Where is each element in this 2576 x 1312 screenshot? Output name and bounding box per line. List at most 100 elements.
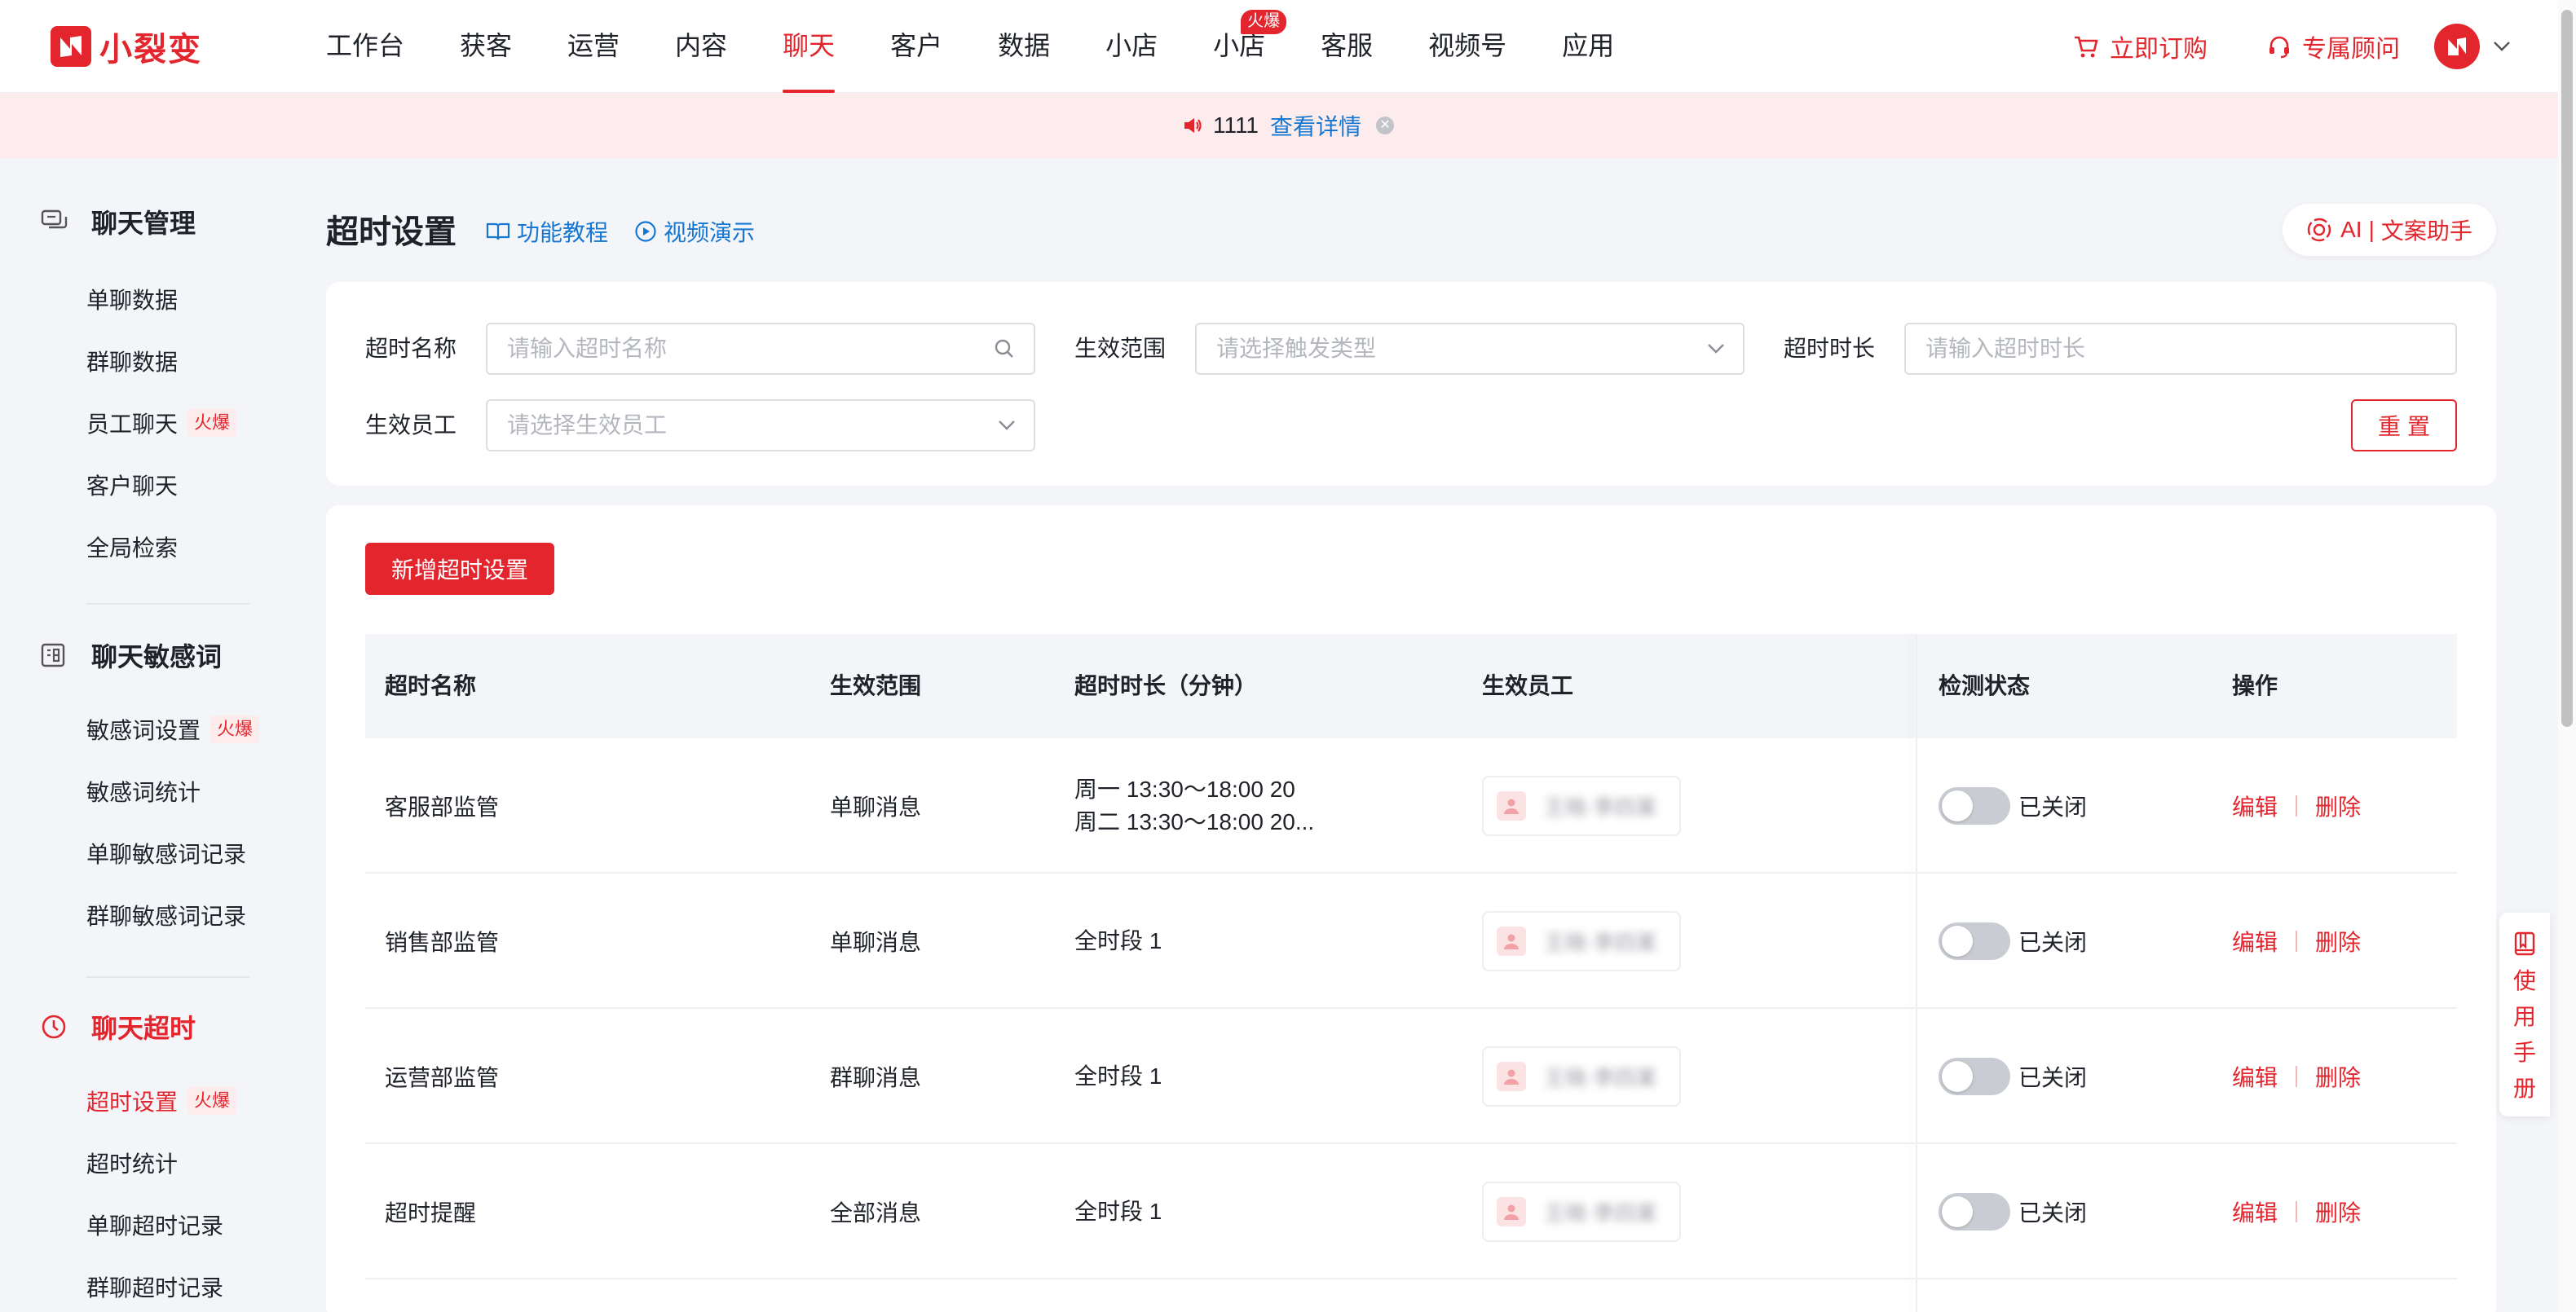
nav-item-customer[interactable]: 客户: [890, 0, 942, 93]
edit-button[interactable]: 编辑: [2232, 925, 2278, 958]
nav-item-acquire[interactable]: 获客: [460, 0, 512, 93]
cell-name: 运营部监管: [385, 1065, 500, 1090]
sidebar-group-chat-timeout[interactable]: 聊天超时: [41, 1004, 196, 1050]
column-header-staff: 生效员工: [1482, 673, 1574, 698]
status-toggle[interactable]: 已关闭: [1939, 1144, 2087, 1279]
staff-chip[interactable]: 王晓·李四某: [1482, 1046, 1681, 1107]
sidebar-item-single-chat-data[interactable]: 单聊数据: [86, 279, 178, 319]
close-icon[interactable]: ✕: [1376, 117, 1395, 134]
nav-item-channels[interactable]: 视频号: [1428, 0, 1506, 93]
delete-button[interactable]: 删除: [2315, 1195, 2361, 1228]
duration-input[interactable]: 请输入超时时长: [1904, 323, 2457, 375]
placeholder: 请选择触发类型: [1216, 336, 1377, 361]
add-timeout-button[interactable]: 新增超时设置: [365, 543, 554, 595]
hot-tag: 火爆: [210, 715, 260, 743]
ai-label: AI: [2340, 217, 2362, 242]
notice-detail-link[interactable]: 查看详情: [1270, 109, 1361, 142]
toggle-switch[interactable]: [1939, 1193, 2010, 1231]
sidebar-item-timeout-settings[interactable]: 超时设置 火爆: [86, 1081, 237, 1121]
status-toggle[interactable]: 已关闭: [1939, 738, 2087, 874]
ai-assistant-label: 文案助手: [2380, 218, 2472, 244]
subscribe-button[interactable]: 立即订购: [2072, 29, 2208, 64]
sidebar-item-label: 敏感词设置: [86, 718, 201, 743]
sidebar-item-label: 员工聊天: [86, 412, 179, 437]
status-label: 已关闭: [2018, 1200, 2088, 1226]
column-header-scope: 生效范围: [830, 673, 922, 698]
table-row: 客服部监管 单聊消息 周一 13:30～18:00 20 周二 13:30～18…: [365, 738, 2457, 874]
sidebar-item-group-sensitive-log[interactable]: 群聊敏感词记录: [86, 895, 246, 936]
user-menu[interactable]: [2434, 24, 2511, 69]
toggle-switch[interactable]: [1939, 922, 2010, 960]
sidebar-item-single-timeout-log[interactable]: 单聊超时记录: [86, 1204, 223, 1245]
nav-item-shop-hot[interactable]: 小店 火爆: [1213, 0, 1287, 93]
manual-label: 使 用 手 册: [2513, 963, 2536, 1107]
toggle-switch[interactable]: [1939, 1058, 2010, 1095]
filter-card: 超时名称 请输入超时名称 生效范围 请选择触发类型 超时时长 请输入超时时长 生…: [326, 282, 2496, 486]
table-row: 销售部监管 单聊消息 全时段 1 王晓·李四某 已关闭 编辑 删除: [365, 874, 2457, 1009]
reset-button[interactable]: 重置: [2351, 399, 2457, 451]
toggle-switch[interactable]: [1939, 787, 2010, 825]
hot-badge: 火爆: [1241, 10, 1287, 34]
sidebar-group-chat-manage[interactable]: 聊天管理: [41, 199, 196, 244]
nav-item-data[interactable]: 数据: [998, 0, 1050, 93]
staff-select[interactable]: 请选择生效员工: [486, 399, 1035, 451]
sidebar-group-label: 聊天管理: [91, 209, 196, 238]
delete-button[interactable]: 删除: [2315, 1060, 2361, 1093]
advisor-label: 专属顾问: [2302, 36, 2400, 63]
sidebar-item-label: 群聊数据: [86, 350, 179, 375]
edit-button[interactable]: 编辑: [2232, 1060, 2278, 1093]
column-header-duration: 超时时长（分钟）: [1074, 673, 1258, 698]
edit-button[interactable]: 编辑: [2232, 790, 2278, 822]
sidebar-item-group-chat-data[interactable]: 群聊数据: [86, 341, 178, 381]
nav-item-content[interactable]: 内容: [675, 0, 727, 93]
user-icon: [1497, 1062, 1526, 1091]
edit-button[interactable]: 编辑: [2232, 1195, 2278, 1228]
user-manual-button[interactable]: 使 用 手 册: [2499, 913, 2550, 1116]
sidebar-item-sensitive-stats[interactable]: 敏感词统计: [86, 771, 201, 812]
divider: [2296, 931, 2298, 952]
cell-scope: 群聊消息: [830, 1065, 922, 1090]
brand-name: 小裂变: [99, 32, 202, 68]
sidebar-item-label: 单聊超时记录: [86, 1213, 224, 1239]
manual-char: 使: [2512, 968, 2536, 993]
nav-item-shop[interactable]: 小店: [1105, 0, 1158, 93]
scope-label: 生效范围: [1074, 336, 1167, 361]
status-label: 已关闭: [2018, 795, 2088, 820]
timeout-name-input[interactable]: 请输入超时名称: [486, 323, 1035, 375]
staff-chip[interactable]: 王晓·李四某: [1482, 776, 1681, 836]
nav-item-workbench[interactable]: 工作台: [326, 0, 404, 93]
nav-item-service[interactable]: 客服: [1321, 0, 1373, 93]
staff-chip[interactable]: 王晓·李四某: [1482, 1182, 1681, 1242]
sidebar-item-global-search[interactable]: 全局检索: [86, 526, 178, 567]
delete-button[interactable]: 删除: [2315, 925, 2361, 958]
status-toggle[interactable]: 已关闭: [1939, 874, 2087, 1009]
sidebar-item-group-timeout-log[interactable]: 群聊超时记录: [86, 1266, 223, 1307]
nav-item-apps[interactable]: 应用: [1562, 0, 1614, 93]
nav-item-chat[interactable]: 聊天: [783, 0, 836, 93]
page-scrollbar[interactable]: [2558, 0, 2576, 1312]
brand-logo[interactable]: 小裂变: [51, 24, 202, 68]
tutorial-link[interactable]: 功能教程: [486, 215, 608, 248]
cell-scope: 单聊消息: [830, 930, 922, 955]
ai-copywriting-button[interactable]: AI | 文案助手: [2283, 204, 2496, 256]
staff-chip[interactable]: 王晓·李四某: [1482, 911, 1681, 971]
status-label: 已关闭: [2018, 1065, 2088, 1090]
advisor-button[interactable]: 专属顾问: [2266, 29, 2400, 64]
scope-select[interactable]: 请选择触发类型: [1195, 323, 1745, 375]
sidebar-item-customer-chat[interactable]: 客户聊天: [86, 464, 178, 505]
status-toggle[interactable]: 已关闭: [1939, 1009, 2087, 1144]
manual-char: 手: [2512, 1040, 2536, 1065]
row-actions: 编辑 删除: [2232, 874, 2361, 1009]
staff-name: 王晓·李四某: [1544, 1065, 1657, 1090]
scrollbar-thumb[interactable]: [2561, 10, 2573, 727]
chat-icon: [41, 209, 73, 234]
sidebar-item-single-sensitive-log[interactable]: 单聊敏感词记录: [86, 833, 246, 874]
sidebar-item-sensitive-settings[interactable]: 敏感词设置 火爆: [86, 709, 260, 750]
sidebar-group-sensitive-words[interactable]: 聊天敏感词: [41, 632, 222, 678]
sidebar-item-timeout-stats[interactable]: 超时统计: [86, 1142, 178, 1183]
nav-item-operate[interactable]: 运营: [567, 0, 620, 93]
video-demo-link[interactable]: 视频演示: [634, 215, 755, 248]
delete-button[interactable]: 删除: [2315, 790, 2361, 822]
sidebar-item-staff-chat[interactable]: 员工聊天 火爆: [86, 403, 237, 443]
manual-char: 册: [2512, 1076, 2536, 1101]
